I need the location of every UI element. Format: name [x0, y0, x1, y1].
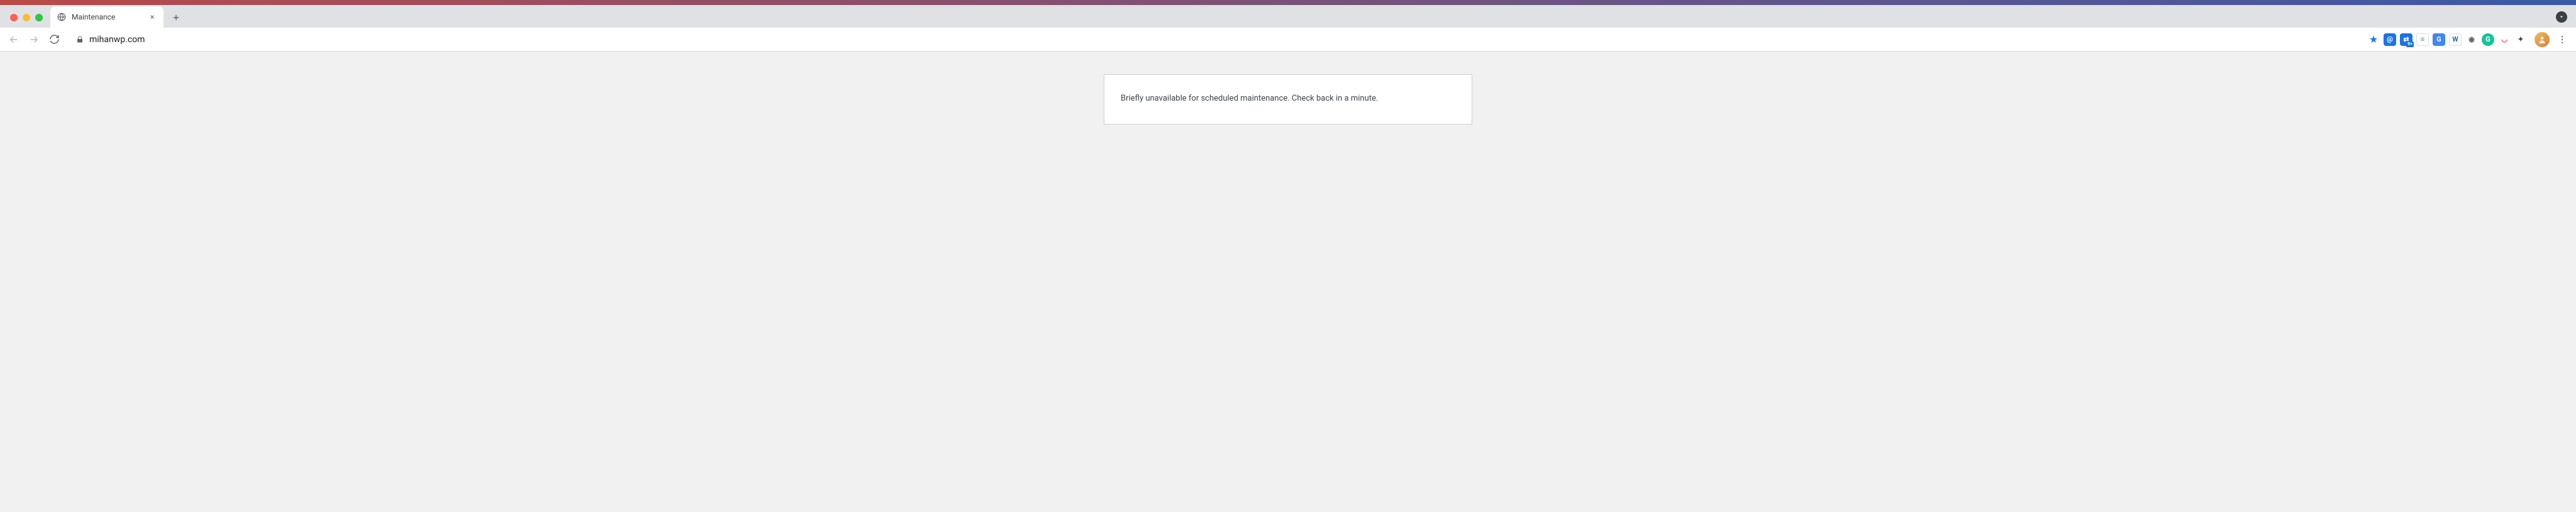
- ext-camera-icon[interactable]: ◉: [2465, 33, 2478, 46]
- ext-pocket-icon[interactable]: ◡: [2498, 33, 2511, 46]
- traffic-lights: [5, 14, 50, 28]
- page-content: Briefly unavailable for scheduled mainte…: [0, 52, 2576, 512]
- ext-grammarly-icon[interactable]: G: [2482, 33, 2494, 46]
- window-minimize-button[interactable]: [23, 14, 30, 21]
- profile-avatar[interactable]: [2534, 32, 2550, 47]
- window-close-button[interactable]: [10, 14, 18, 21]
- address-bar[interactable]: mihanwp.com: [68, 31, 152, 48]
- ext-gtranslate-icon[interactable]: G: [2433, 33, 2445, 46]
- new-tab-button[interactable]: [167, 9, 185, 26]
- ext-at-icon[interactable]: @: [2384, 33, 2396, 46]
- lock-icon: [75, 35, 84, 44]
- browser-menu-button[interactable]: [2553, 31, 2571, 48]
- window-maximize-button[interactable]: [35, 14, 43, 21]
- tab-close-button[interactable]: [147, 12, 157, 22]
- bookmark-star-icon[interactable]: ★: [2367, 33, 2380, 46]
- forward-button[interactable]: [25, 31, 43, 48]
- ext-wordpress-icon[interactable]: W: [2449, 33, 2462, 46]
- browser-toolbar: mihanwp.com ★@⇄9+≡GW◉G◡✦: [0, 28, 2576, 52]
- tabs-dropdown-button[interactable]: [2556, 11, 2567, 23]
- globe-icon: [57, 12, 67, 22]
- browser-tab[interactable]: Maintenance: [50, 6, 164, 28]
- ext-flag-icon[interactable]: ≡: [2416, 33, 2429, 46]
- window-accent-strip: [0, 0, 2576, 5]
- tab-strip: Maintenance: [0, 5, 2576, 28]
- ext-puzzle-icon[interactable]: ✦: [2514, 33, 2527, 46]
- url-text: mihanwp.com: [89, 35, 145, 45]
- reload-button[interactable]: [45, 31, 63, 48]
- maintenance-message-box: Briefly unavailable for scheduled mainte…: [1104, 74, 1472, 125]
- ext-translate-badge-icon[interactable]: ⇄9+: [2400, 33, 2412, 46]
- extensions-row: ★@⇄9+≡GW◉G◡✦: [2367, 33, 2529, 46]
- tab-title: Maintenance: [72, 13, 142, 21]
- maintenance-message: Briefly unavailable for scheduled mainte…: [1121, 92, 1455, 105]
- back-button[interactable]: [5, 31, 23, 48]
